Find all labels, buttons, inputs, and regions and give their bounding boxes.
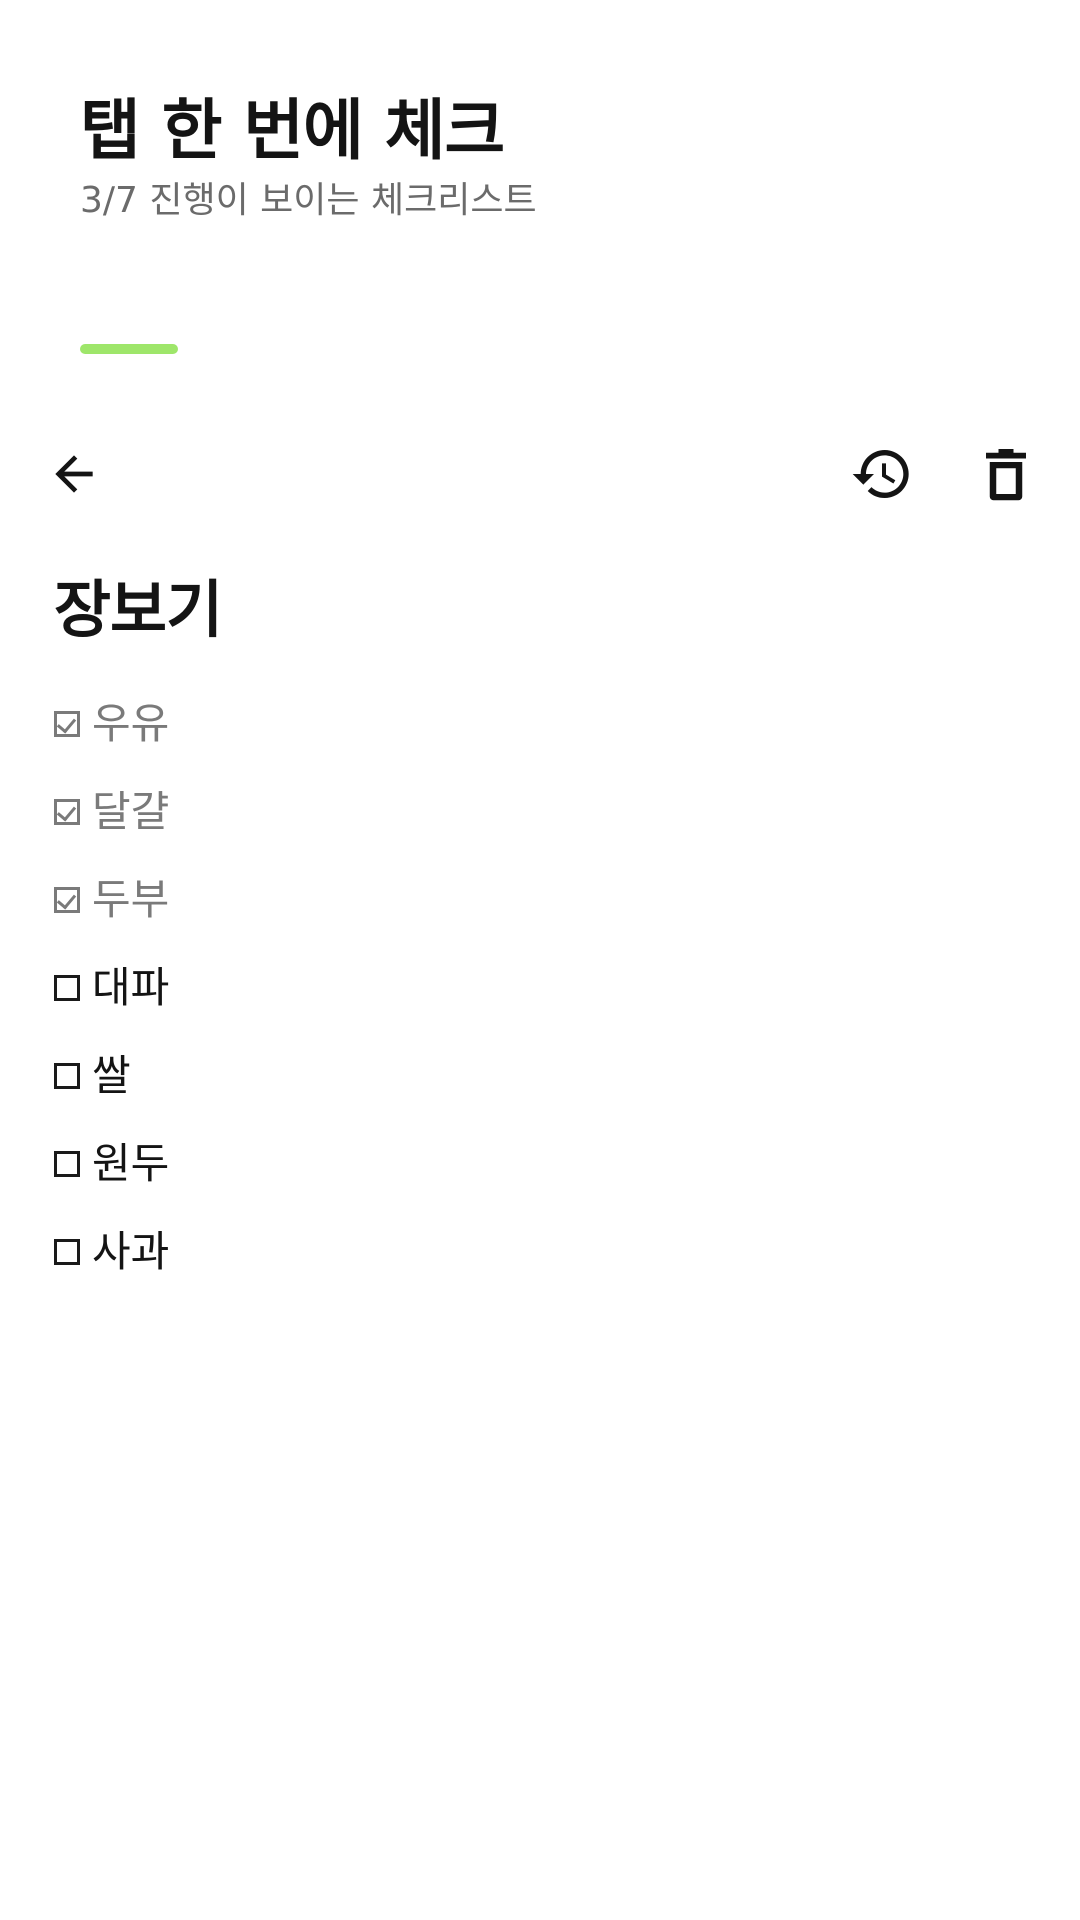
checklist-item-label: 우유	[92, 699, 170, 748]
history-button[interactable]	[838, 430, 926, 518]
checkmark-icon	[56, 713, 77, 734]
page-title: 탭 한 번에 체크	[80, 92, 505, 169]
app-header: 탭 한 번에 체크 3/7 진행이 보이는 체크리스트	[80, 88, 1000, 224]
checklist-item[interactable]: 쌀	[54, 1032, 1014, 1120]
back-button[interactable]	[30, 430, 118, 518]
accent-indicator	[80, 344, 178, 354]
trash-icon	[976, 444, 1036, 504]
checkbox-empty-icon[interactable]	[54, 1239, 80, 1265]
checklist: 우유달걀두부대파쌀원두사과	[54, 680, 1014, 1296]
checkmark-icon	[56, 889, 77, 910]
checkbox-empty-icon[interactable]	[54, 1063, 80, 1089]
checkbox-checked-icon[interactable]	[54, 799, 80, 825]
checklist-item[interactable]: 사과	[54, 1208, 1014, 1296]
checklist-item-label: 쌀	[92, 1051, 131, 1100]
checkbox-empty-icon[interactable]	[54, 975, 80, 1001]
page-subtitle: 3/7 진행이 보이는 체크리스트	[80, 180, 537, 221]
checklist-item-label: 달걀	[92, 787, 170, 836]
list-title: 장보기	[54, 573, 223, 646]
checklist-item-label: 원두	[92, 1139, 170, 1188]
checkbox-empty-icon[interactable]	[54, 1151, 80, 1177]
checkmark-icon	[56, 801, 77, 822]
checklist-item-label: 두부	[92, 875, 170, 924]
checklist-item[interactable]: 두부	[54, 856, 1014, 944]
checklist-item[interactable]: 우유	[54, 680, 1014, 768]
checklist-item-label: 대파	[92, 963, 170, 1012]
checkbox-checked-icon[interactable]	[54, 711, 80, 737]
checklist-item[interactable]: 대파	[54, 944, 1014, 1032]
toolbar	[0, 430, 1080, 520]
checklist-item[interactable]: 원두	[54, 1120, 1014, 1208]
delete-button[interactable]	[962, 430, 1050, 518]
arrow-back-icon	[46, 446, 102, 502]
history-icon	[850, 442, 914, 506]
checklist-item-label: 사과	[92, 1227, 170, 1276]
checkbox-checked-icon[interactable]	[54, 887, 80, 913]
checklist-item[interactable]: 달걀	[54, 768, 1014, 856]
